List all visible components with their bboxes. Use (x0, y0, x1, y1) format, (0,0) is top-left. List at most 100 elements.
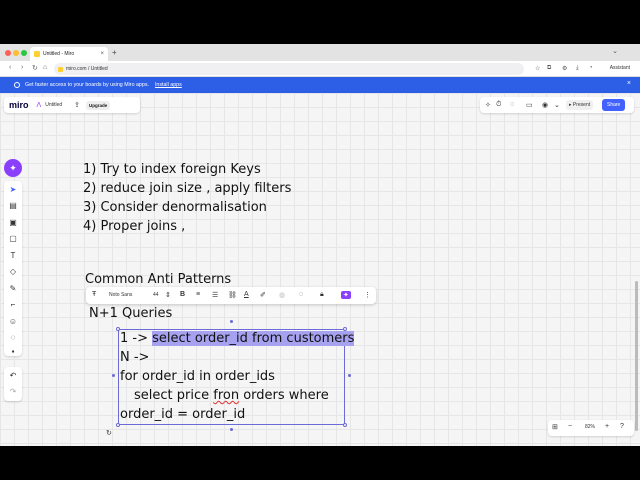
highlighted-query: select order_id from customers (152, 331, 355, 346)
user-avatar-icon[interactable]: ◉ (542, 101, 548, 109)
upgrade-button[interactable]: Upgrade (86, 100, 111, 110)
size-stepper-icon[interactable]: ⇕ (165, 291, 171, 299)
new-tab-button[interactable]: + (112, 48, 117, 57)
code-line: order_id = order_id (120, 407, 246, 422)
bullet-list-icon[interactable]: ☰ (212, 291, 218, 299)
text-format-toolbar: Ŧ Noto Sans 44 ⇕ B ≡ ☰ ⛓ A ✐ ◍ ◌ 🔒︎ ✦ ⋮ (86, 287, 376, 304)
address-bar: ‹ › ↻ ⌂ miro.com / Untitled ☆ ⧉ ⚙ ⤓ ◔ As… (0, 61, 640, 77)
code-part: orders where (239, 388, 329, 403)
redo-icon[interactable]: ↷ (8, 387, 18, 396)
more-tools-icon[interactable]: ▪ (8, 347, 18, 356)
home-icon[interactable]: ⌂ (43, 64, 47, 71)
info-icon (14, 82, 20, 88)
maximize-window-dot[interactable] (21, 50, 27, 56)
connector-icon[interactable]: ⌐ (8, 300, 18, 309)
align-icon[interactable]: ≡ (196, 291, 200, 298)
code-line: select price fron orders where (120, 386, 354, 405)
bookmark-star-icon[interactable]: ☆ (535, 65, 540, 72)
close-window-dot[interactable] (5, 50, 11, 56)
rotate-cursor-icon: ↻ (106, 430, 112, 437)
minimap-icon[interactable]: ⊞ (552, 423, 558, 431)
list-item: 1) Try to index foreign Keys (83, 162, 261, 177)
connector-dot[interactable] (230, 320, 233, 323)
comment-icon[interactable]: ◌ (299, 291, 303, 298)
extensions-icon[interactable]: ⧉ (547, 65, 551, 72)
list-item: 2) reduce join size , apply filters (83, 181, 292, 196)
history-controls: ↶ ↷ (4, 367, 22, 401)
undo-icon[interactable]: ↶ (8, 371, 18, 380)
link-icon[interactable]: ⛓ (228, 291, 237, 299)
vertical-scrollbar[interactable] (635, 281, 638, 431)
minimize-window-dot[interactable] (13, 50, 19, 56)
board-icon: Ʌ (36, 101, 42, 109)
help-icon[interactable]: ? (620, 423, 624, 430)
select-cursor-icon[interactable]: ➤ (8, 185, 18, 194)
pen-icon[interactable]: ✎ (8, 284, 18, 293)
text-tool-icon[interactable]: T (8, 251, 18, 260)
zoom-in-icon[interactable]: + (605, 423, 609, 430)
ai-assist-icon[interactable]: ✦ (341, 291, 351, 299)
board-canvas[interactable]: miro Ʌ Untitled ⇪ Upgrade ✧ ⏱ ◌ ▭ ◉ ⌄ ▸ … (0, 93, 640, 446)
font-family-select[interactable]: Noto Sans (109, 292, 132, 298)
tab-strip: Untitled - Miro × + ⌄ (0, 44, 640, 61)
tab-title: Untitled - Miro (43, 51, 75, 57)
board-header-panel: miro Ʌ Untitled ⇪ Upgrade (4, 97, 140, 113)
anti-patterns-heading[interactable]: Common Anti Patterns (85, 272, 231, 287)
ai-sparkle-icon[interactable]: ✦ (4, 159, 22, 177)
present-label: Present (572, 102, 591, 108)
tips-list[interactable]: 1) Try to index foreign Keys 2) reduce j… (83, 160, 291, 236)
export-icon[interactable]: ⇪ (74, 101, 80, 109)
zoom-out-icon[interactable]: − (568, 423, 572, 430)
code-line: for order_id in order_ids (120, 369, 275, 384)
board-title[interactable]: Untitled (45, 102, 62, 108)
url-text: miro.com / Untitled (66, 66, 108, 72)
fill-icon[interactable]: ◍ (279, 291, 285, 299)
code-line: 1 -> select order_id from customers (120, 329, 355, 348)
video-icon[interactable]: ▭ (526, 101, 533, 109)
text-color-icon[interactable]: A (244, 291, 249, 298)
tab-close-icon[interactable]: × (100, 51, 104, 57)
code-text[interactable]: 1 -> select order_id from customers N ->… (120, 329, 355, 424)
download-icon[interactable]: ⤓ (576, 65, 579, 72)
present-button[interactable]: ▸ Present (566, 100, 594, 110)
banner-close-icon[interactable]: × (627, 80, 631, 87)
left-toolbar: ✦ ➤ ▤ ▣ ▢ T ◇ ✎ ⌐ ☺ ◌ ▪ ↶ ↷ (4, 159, 22, 446)
install-apps-link[interactable]: Install apps (155, 82, 182, 88)
forward-icon[interactable]: › (21, 64, 23, 71)
emoji-icon[interactable]: ☺ (8, 317, 18, 326)
reload-icon[interactable]: ↻ (32, 64, 38, 72)
profile-icon[interactable]: ◔ (589, 65, 593, 71)
n-plus-1-heading[interactable]: N+1 Queries (89, 306, 172, 321)
assistant-button[interactable]: Assistant (610, 65, 630, 71)
frame-icon[interactable]: ▣ (8, 218, 18, 227)
zoom-level[interactable]: 82% (585, 424, 595, 430)
font-type-icon[interactable]: Ŧ (92, 291, 96, 298)
timer-icon[interactable]: ⏱ (496, 101, 501, 109)
highlight-icon[interactable]: ✐ (260, 291, 266, 299)
back-icon[interactable]: ‹ (9, 64, 11, 71)
share-button[interactable]: Share (602, 99, 626, 111)
comment-icon[interactable]: ◌ (8, 333, 18, 342)
avatar-chevron-down-icon[interactable]: ⌄ (554, 101, 560, 109)
lock-icon[interactable]: 🔒︎ (320, 291, 324, 299)
zoom-panel: ⊞ − 82% + ? (548, 420, 634, 436)
connector-dot[interactable] (112, 374, 115, 377)
miro-logo[interactable]: miro (9, 100, 29, 110)
code-line: N -> (120, 350, 150, 365)
font-size-select[interactable]: 44 (153, 292, 159, 298)
url-field[interactable]: miro.com / Untitled (54, 63, 524, 75)
comments-icon[interactable]: ◌ (510, 101, 514, 108)
reactions-icon[interactable]: ✧ (485, 101, 491, 109)
tab-list-chevron-icon[interactable]: ⌄ (612, 47, 618, 55)
shapes-icon[interactable]: ◇ (8, 267, 18, 276)
site-icon (58, 66, 63, 72)
more-options-icon[interactable]: ⋮ (364, 291, 371, 299)
creation-tools: ➤ ▤ ▣ ▢ T ◇ ✎ ⌐ ☺ ◌ ▪ (4, 181, 22, 356)
bold-icon[interactable]: B (180, 291, 185, 298)
browser-tab[interactable]: Untitled - Miro × (30, 47, 108, 61)
sticky-note-icon[interactable]: ▢ (8, 234, 18, 243)
templates-icon[interactable]: ▤ (8, 201, 18, 210)
connector-dot[interactable] (230, 428, 233, 431)
code-part: select price (134, 388, 214, 403)
settings-icon[interactable]: ⚙ (562, 65, 567, 72)
